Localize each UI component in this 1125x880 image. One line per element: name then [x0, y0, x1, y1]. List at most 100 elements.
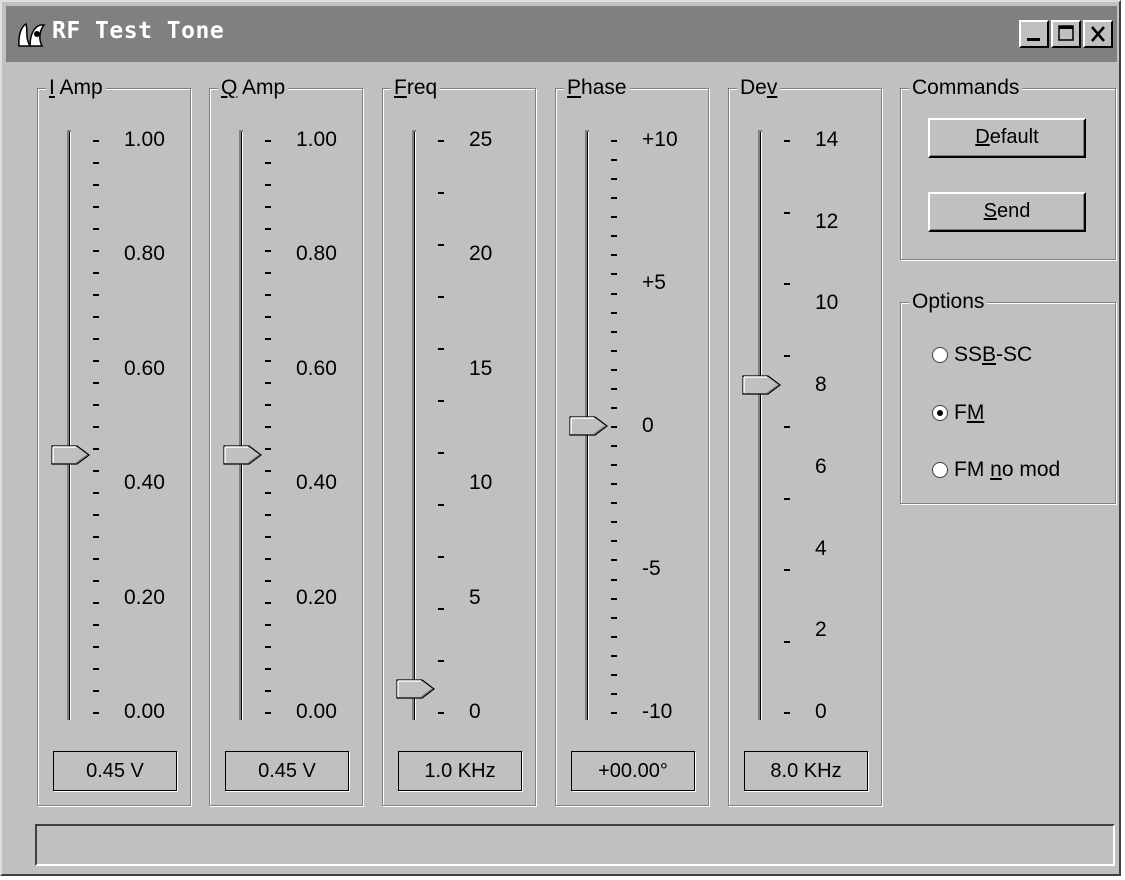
radio-selected-dot	[937, 410, 943, 416]
dev-tick	[784, 498, 790, 500]
q-amp-tick	[265, 602, 271, 604]
phase-tick	[611, 674, 617, 676]
i-amp-slider-thumb[interactable]	[51, 444, 91, 466]
option-label: SSB-SC	[954, 342, 1032, 368]
phase-tick	[611, 579, 617, 581]
q-amp-scale-label: 0.20	[296, 586, 337, 609]
dev-label-mnemonic: v	[766, 76, 778, 99]
freq-tick	[438, 348, 444, 350]
phase-label: Phase	[564, 75, 630, 101]
phase-tick	[611, 693, 617, 695]
i-amp-slider-track[interactable]	[67, 130, 71, 720]
freq-slider-thumb[interactable]	[396, 678, 436, 700]
dev-tick	[784, 641, 790, 643]
q-amp-tick	[265, 426, 271, 428]
freq-tick	[438, 452, 444, 454]
q-amp-tick	[265, 712, 271, 714]
freq-tick	[438, 296, 444, 298]
close-button[interactable]	[1083, 20, 1113, 48]
freq-tick	[438, 192, 444, 194]
phase-tick	[611, 140, 617, 142]
q-amp-tick	[265, 580, 271, 582]
default-button[interactable]: Default	[928, 118, 1086, 158]
freq-tick	[438, 504, 444, 506]
q-amp-tick	[265, 184, 271, 186]
q-amp-label: Q Amp	[218, 75, 289, 101]
q-amp-tick	[265, 558, 271, 560]
q-amp-tick	[265, 162, 271, 164]
q-amp-scale-label: 0.60	[296, 357, 337, 380]
q-amp-tick	[265, 404, 271, 406]
q-amp-tick	[265, 316, 271, 318]
dev-scale-label: 6	[815, 455, 827, 478]
i-amp-tick	[93, 624, 99, 626]
freq-label: Freq	[391, 75, 441, 101]
send-label-post: end	[996, 200, 1031, 222]
phase-slider-thumb[interactable]	[569, 415, 609, 437]
i-amp-scale-label: 0.20	[124, 586, 165, 609]
i-amp-scale-label: 0.80	[124, 242, 165, 265]
status-bar	[35, 824, 1115, 866]
freq-tick	[438, 660, 444, 662]
q-amp-tick	[265, 668, 271, 670]
dev-scale-label: 4	[815, 537, 827, 560]
i-amp-tick	[93, 690, 99, 692]
phase-scale-label: +10	[642, 128, 678, 151]
dev-tick	[784, 426, 790, 428]
radio-button-icon	[932, 462, 948, 478]
dev-slider-thumb[interactable]	[742, 374, 782, 396]
phase-tick	[611, 388, 617, 390]
radio-button-icon	[932, 347, 948, 363]
phase-tick	[611, 197, 617, 199]
option-label-mnemonic: B	[982, 343, 997, 366]
phase-tick	[611, 617, 617, 619]
phase-tick	[611, 598, 617, 600]
dev-scale-label: 14	[815, 128, 839, 151]
q-amp-slider-track[interactable]	[239, 130, 243, 720]
i-amp-tick	[93, 492, 99, 494]
q-amp-tick	[265, 470, 271, 472]
phase-tick	[611, 369, 617, 371]
phase-tick	[611, 521, 617, 523]
i-amp-tick	[93, 470, 99, 472]
phase-tick	[611, 178, 617, 180]
dev-tick	[784, 712, 790, 714]
phase-scale-label: 0	[642, 414, 654, 437]
minimize-button[interactable]	[1019, 20, 1049, 48]
q-amp-tick	[265, 360, 271, 362]
maximize-button[interactable]	[1051, 20, 1081, 48]
dev-slider-track[interactable]	[758, 130, 762, 720]
phase-tick	[611, 216, 617, 218]
phase-tick	[611, 712, 617, 714]
q-amp-slider-thumb[interactable]	[223, 444, 263, 466]
freq-value-readout: 1.0 KHz	[398, 751, 522, 791]
freq-slider-track[interactable]	[412, 130, 416, 720]
phase-tick	[611, 559, 617, 561]
dev-scale-label: 12	[815, 210, 839, 233]
option-label-pre: FM	[954, 458, 991, 481]
i-amp-scale-label: 0.00	[124, 700, 165, 723]
app-icon	[18, 22, 46, 47]
q-amp-tick	[265, 206, 271, 208]
i-amp-tick	[93, 426, 99, 428]
title-bar[interactable]: RF Test Tone	[6, 6, 1117, 62]
dev-group: Dev	[728, 75, 882, 806]
close-icon	[1091, 26, 1105, 42]
q-amp-tick	[265, 382, 271, 384]
phase-group: Phase	[555, 75, 709, 806]
i-amp-label-post: Amp	[54, 76, 103, 99]
q-amp-value-readout: 0.45 V	[225, 751, 349, 791]
q-amp-scale-label: 1.00	[296, 128, 337, 151]
freq-scale-label: 25	[469, 128, 493, 151]
q-amp-tick	[265, 250, 271, 252]
i-amp-value-readout: 0.45 V	[53, 751, 177, 791]
dev-tick	[784, 140, 790, 142]
send-button[interactable]: Send	[928, 192, 1086, 232]
q-amp-label-mnemonic: Q	[221, 76, 238, 99]
commands-group-label: Commands	[909, 75, 1023, 101]
freq-label-mnemonic: F	[394, 76, 407, 99]
phase-tick	[611, 464, 617, 466]
commands-group: Commands	[900, 75, 1116, 260]
q-amp-scale-label: 0.40	[296, 471, 337, 494]
i-amp-tick	[93, 580, 99, 582]
